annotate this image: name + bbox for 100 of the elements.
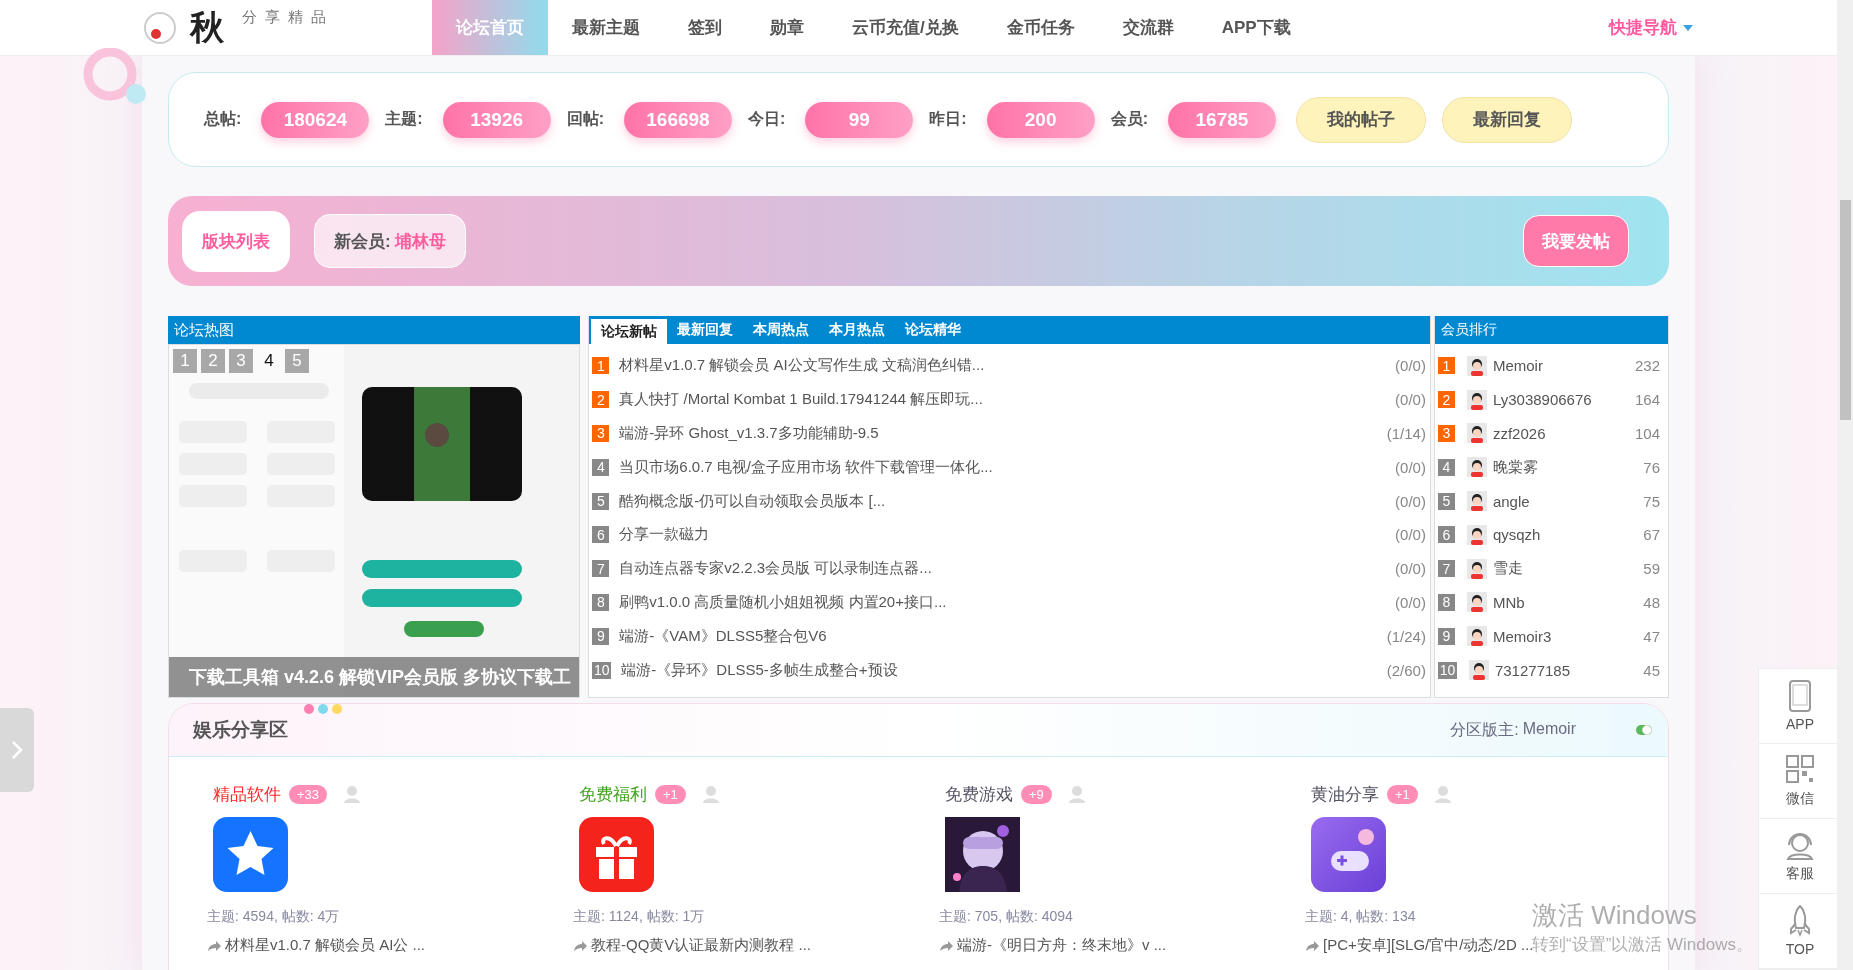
nav-tab[interactable]: APP下载 [1197, 0, 1315, 55]
qr-icon [1785, 754, 1815, 786]
thread-tab[interactable]: 论坛新帖 [591, 319, 668, 344]
rank-badge: 7 [592, 560, 610, 578]
member-name[interactable]: Memoir3 [1492, 627, 1638, 645]
rank-badge: 5 [1437, 492, 1455, 510]
logo-mark: 秋 [190, 5, 224, 49]
member-name[interactable]: 晚棠雾 [1492, 457, 1638, 477]
filter-button[interactable]: 最新回复 [1441, 96, 1572, 143]
nav-tab[interactable]: 交流群 [1098, 0, 1198, 55]
side-expand-button[interactable] [0, 708, 34, 792]
member-name[interactable]: MNb [1492, 593, 1638, 611]
post-count: 76 [1643, 458, 1660, 476]
share-arrow-icon [573, 939, 587, 952]
post-count: 75 [1643, 492, 1660, 510]
share-arrow-icon [207, 939, 221, 952]
new-member-label: 新会员: [334, 230, 391, 253]
carousel-dot-icon [332, 704, 342, 714]
toggle-switch-icon [1636, 725, 1652, 735]
reply-count: (0/0) [1395, 560, 1426, 578]
slide-number[interactable]: 4 [257, 349, 281, 373]
stat-label: 会员: [1110, 109, 1148, 129]
user-icon [1067, 785, 1086, 803]
thread-link[interactable]: 端游-异环 Ghost_v1.3.7多功能辅助-9.5 [619, 424, 1377, 443]
stat-label: 昨日: [929, 109, 967, 129]
rank-badge: 10 [592, 661, 612, 679]
nav-tab[interactable]: 签到 [664, 0, 746, 55]
stat-value: 16785 [1167, 101, 1276, 138]
forum-stats: 主题: 4, 帖数: 134 [1305, 908, 1416, 926]
member-name[interactable]: zzf2026 [1492, 425, 1629, 442]
thread-tab[interactable]: 本月热点 [819, 316, 896, 344]
scrollbar-thumb[interactable] [1840, 200, 1851, 420]
thread-link[interactable]: 端游-《VAM》DLSS5整合包V6 [619, 626, 1377, 646]
nav-tab[interactable]: 金币任务 [982, 0, 1099, 55]
stat-label: 主题: [385, 109, 423, 129]
user-icon [1433, 785, 1452, 803]
thread-link[interactable]: 酷狗概念版-仍可以自动领取会员版本 [... [619, 491, 1386, 511]
thread-tab[interactable]: 本周热点 [743, 316, 820, 344]
thread-link[interactable]: 真人快打 /Mortal Kombat 1 Build.17941244 解压即玩... [619, 390, 1386, 410]
new-post-badge: +1 [655, 784, 686, 804]
forum-name[interactable]: 免费游戏 [945, 782, 1013, 806]
avatar-icon [1466, 524, 1487, 545]
thread-link[interactable]: 端游-《异环》DLSS5-多帧生成整合+预设 [621, 660, 1377, 680]
latest-thread-link[interactable]: 端游-《明日方舟：终末地》v ... [957, 936, 1167, 955]
user-icon [701, 785, 720, 803]
avatar-icon [1466, 423, 1487, 444]
forum-stats: 主题: 4594, 帖数: 4万 [207, 908, 340, 926]
rank-badge: 9 [592, 627, 610, 645]
nav-tab[interactable]: 云币充值/兑换 [828, 0, 983, 55]
rank-badge: 1 [592, 357, 610, 375]
forum-name[interactable]: 精品软件 [213, 782, 281, 806]
new-post-badge: +1 [1387, 784, 1418, 804]
latest-thread-link[interactable]: 教程-QQ黄V认证最新内测教程 ... [591, 936, 811, 955]
new-post-badge: +9 [1021, 784, 1052, 804]
avatar-icon [1468, 660, 1489, 681]
nav-tab[interactable]: 最新主题 [548, 0, 664, 55]
post-count: 232 [1634, 357, 1660, 375]
forum-stats: 主题: 705, 帖数: 4094 [939, 908, 1073, 926]
rank-badge: 4 [1437, 458, 1455, 476]
filter-button[interactable]: 我的帖子 [1295, 96, 1426, 143]
member-name[interactable]: Memoir [1492, 357, 1629, 375]
rank-badge: 3 [592, 425, 610, 442]
rank-badge: 8 [1437, 593, 1455, 611]
thread-tab[interactable]: 最新回复 [667, 316, 744, 344]
thread-link[interactable]: 当贝市场6.0.7 电视/盒子应用市场 软件下载管理一体化... [619, 457, 1386, 477]
rank-badge: 7 [1437, 560, 1455, 578]
thread-link[interactable]: 刷鸭v1.0.0 高质量随机小姐姐视频 内置20+接口... [619, 592, 1386, 612]
member-name[interactable]: qysqzh [1492, 526, 1638, 544]
member-name[interactable]: 雪走 [1492, 559, 1638, 579]
carousel-dot-icon [318, 704, 328, 714]
member-name[interactable]: angle [1492, 492, 1638, 510]
reply-count: (0/0) [1395, 593, 1426, 611]
forum-name[interactable]: 黄油分享 [1311, 782, 1379, 806]
share-arrow-icon [1305, 939, 1319, 952]
post-count: 45 [1643, 661, 1660, 679]
avatar-icon [1466, 355, 1487, 376]
reply-count: (0/0) [1395, 458, 1426, 476]
latest-thread-link[interactable]: 材料星v1.0.7 解锁会员 AI公 ... [225, 936, 426, 955]
ring-decoration-drawing [82, 48, 148, 106]
avatar-icon [1466, 626, 1487, 647]
panel-title: 会员排行 [1434, 316, 1668, 344]
thread-link[interactable]: 分享一款磁力 [619, 525, 1386, 545]
rank-badge: 8 [592, 593, 610, 611]
reply-count: (2/60) [1386, 661, 1426, 679]
nav-tab[interactable]: 勋章 [746, 0, 828, 55]
moderator-link[interactable]: Memoir [1522, 719, 1576, 741]
rank-badge: 2 [1437, 391, 1455, 409]
chevron-right-icon [11, 740, 23, 760]
rank-badge: 3 [1437, 425, 1455, 442]
stat-label: 总帖: [204, 109, 242, 129]
reply-count: (0/0) [1395, 526, 1426, 544]
thread-link[interactable]: 自动连点器专家v2.2.3会员版 可以录制连点器... [619, 559, 1386, 579]
logo-emblem-icon [142, 9, 178, 46]
member-name[interactable]: Ly3038906676 [1492, 391, 1629, 409]
reply-count: (0/0) [1395, 391, 1426, 409]
thread-tab[interactable]: 论坛精华 [895, 316, 972, 344]
stat-value: 13926 [442, 101, 551, 138]
thread-link[interactable]: 材料星v1.0.7 解锁会员 AI公文写作生成 文稿润色纠错... [619, 356, 1386, 376]
avatar-icon [1466, 491, 1487, 512]
member-name[interactable]: 731277185 [1494, 661, 1638, 679]
